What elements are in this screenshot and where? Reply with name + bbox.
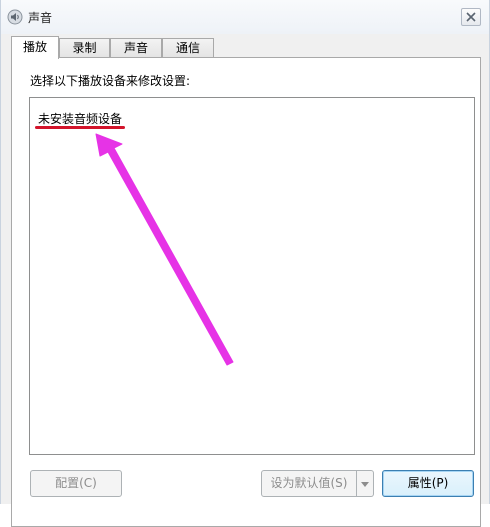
- sound-dialog: 声音 播放 录制 声音 通信 选择以下播放设备来修改设置: 未安装音频设备 配置…: [0, 0, 490, 527]
- instruction-text: 选择以下播放设备来修改设置:: [30, 74, 191, 88]
- tab-communications[interactable]: 通信: [162, 38, 214, 57]
- title-bar: 声音: [1, 0, 489, 34]
- set-default-button[interactable]: 设为默认值(S): [261, 470, 357, 497]
- tab-strip: 播放 录制 声音 通信: [11, 36, 481, 59]
- playback-device-list[interactable]: [29, 97, 475, 455]
- configure-button[interactable]: 配置(C): [30, 470, 122, 497]
- tab-sounds[interactable]: 声音: [110, 38, 162, 57]
- no-device-message: 未安装音频设备: [38, 112, 123, 126]
- properties-button[interactable]: 属性(P): [382, 470, 474, 497]
- tab-recording[interactable]: 录制: [59, 38, 110, 57]
- speaker-icon: [7, 9, 23, 25]
- close-icon: [466, 12, 476, 22]
- set-default-dropdown[interactable]: [357, 470, 374, 497]
- annotation-underline: [35, 126, 125, 129]
- tab-playback[interactable]: 播放: [11, 36, 59, 59]
- window-title: 声音: [28, 11, 53, 25]
- close-button[interactable]: [461, 8, 481, 26]
- chevron-down-icon: [361, 482, 369, 487]
